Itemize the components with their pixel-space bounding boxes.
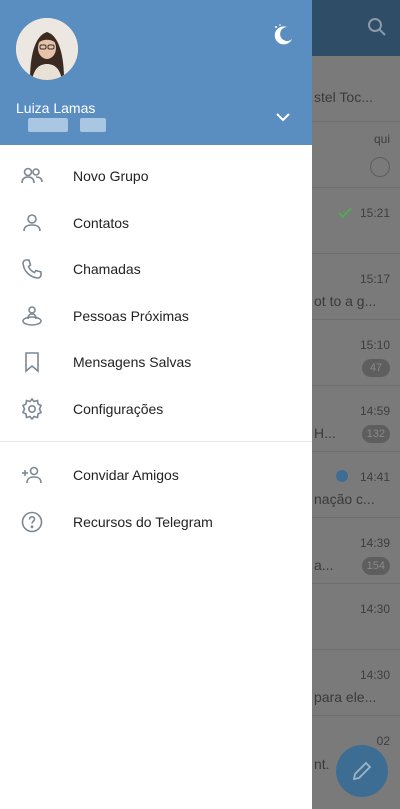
chat-row[interactable]: stel Toc...	[312, 56, 400, 122]
drawer-header: Luiza Lamas	[0, 0, 312, 145]
chat-time: 14:39	[359, 536, 390, 550]
chat-preview: a...	[314, 557, 334, 573]
menu-item-label: Recursos do Telegram	[73, 513, 213, 530]
menu-item-saved-messages[interactable]: Mensagens Salvas	[0, 339, 312, 386]
chat-time: 02	[376, 734, 390, 748]
menu-item-label: Convidar Amigos	[73, 467, 179, 484]
chat-row[interactable]: 15:10 47	[312, 320, 400, 386]
gear-icon	[20, 397, 44, 421]
help-icon	[20, 510, 44, 534]
chat-preview: stel Toc...	[314, 89, 373, 105]
chat-time: 14:59	[359, 404, 390, 418]
chat-preview: nação c...	[314, 491, 375, 507]
search-icon[interactable]	[366, 16, 388, 38]
divider	[0, 441, 312, 442]
chat-time: 14:41	[359, 470, 390, 484]
drawer-menu: Novo Grupo Contatos Chamadas Pessoas Pró…	[0, 153, 312, 545]
menu-item-label: Configurações	[73, 400, 164, 417]
chat-preview: para ele...	[314, 689, 377, 705]
menu-item-telegram-features[interactable]: Recursos do Telegram	[0, 499, 312, 546]
people-nearby-icon	[20, 304, 44, 328]
verified-icon	[336, 470, 348, 482]
chat-time: 14:30	[359, 668, 390, 682]
avatar[interactable]	[16, 18, 78, 80]
chat-time: qui	[373, 132, 390, 146]
menu-item-label: Pessoas Próximas	[73, 307, 189, 324]
chat-row[interactable]: 14:30 para ele...	[312, 650, 400, 716]
chat-preview: ot to a g...	[314, 293, 377, 309]
unread-badge: 132	[361, 425, 390, 443]
menu-item-new-group[interactable]: Novo Grupo	[0, 153, 312, 200]
unread-badge: 154	[361, 557, 390, 575]
chat-time: 15:10	[359, 338, 390, 352]
chat-row[interactable]: 14:39 a... 154	[312, 518, 400, 584]
bookmark-icon	[20, 350, 44, 374]
chat-time: 15:17	[359, 272, 390, 286]
chat-row[interactable]: 15:21	[312, 188, 400, 254]
moon-icon[interactable]	[270, 22, 296, 48]
pin-icon	[370, 157, 390, 177]
menu-item-calls[interactable]: Chamadas	[0, 246, 312, 293]
menu-item-label: Mensagens Salvas	[73, 354, 192, 371]
chat-row[interactable]: 15:17 ot to a g...	[312, 254, 400, 320]
chat-time: 15:21	[359, 206, 390, 220]
menu-item-settings[interactable]: Configurações	[0, 386, 312, 433]
unread-badge: 47	[362, 359, 390, 377]
menu-item-people-nearby[interactable]: Pessoas Próximas	[0, 293, 312, 340]
chat-row[interactable]: 14:59 H... 132	[312, 386, 400, 452]
menu-item-label: Novo Grupo	[73, 168, 149, 185]
chat-row[interactable]: 14:30	[312, 584, 400, 650]
user-name: Luiza Lamas	[16, 100, 96, 116]
pencil-icon	[352, 761, 372, 781]
navigation-drawer: Luiza Lamas Novo Grupo Contatos Chamadas	[0, 0, 312, 809]
menu-item-invite-friends[interactable]: Convidar Amigos	[0, 452, 312, 499]
menu-item-contacts[interactable]: Contatos	[0, 200, 312, 247]
phone-icon	[20, 257, 44, 281]
contact-icon	[20, 211, 44, 235]
chat-preview: nt.	[314, 756, 330, 772]
add-user-icon	[20, 463, 44, 487]
chat-time: 14:30	[359, 602, 390, 616]
user-phone-redacted	[28, 118, 106, 132]
chat-preview: H...	[314, 425, 336, 441]
group-icon	[20, 164, 44, 188]
menu-item-label: Chamadas	[73, 261, 141, 278]
menu-item-label: Contatos	[73, 214, 130, 231]
chat-row[interactable]: qui	[312, 122, 400, 188]
chevron-down-icon[interactable]	[272, 108, 294, 126]
read-check-icon	[338, 206, 352, 224]
new-message-button[interactable]	[336, 745, 388, 797]
chat-row[interactable]: 14:41 nação c...	[312, 452, 400, 518]
